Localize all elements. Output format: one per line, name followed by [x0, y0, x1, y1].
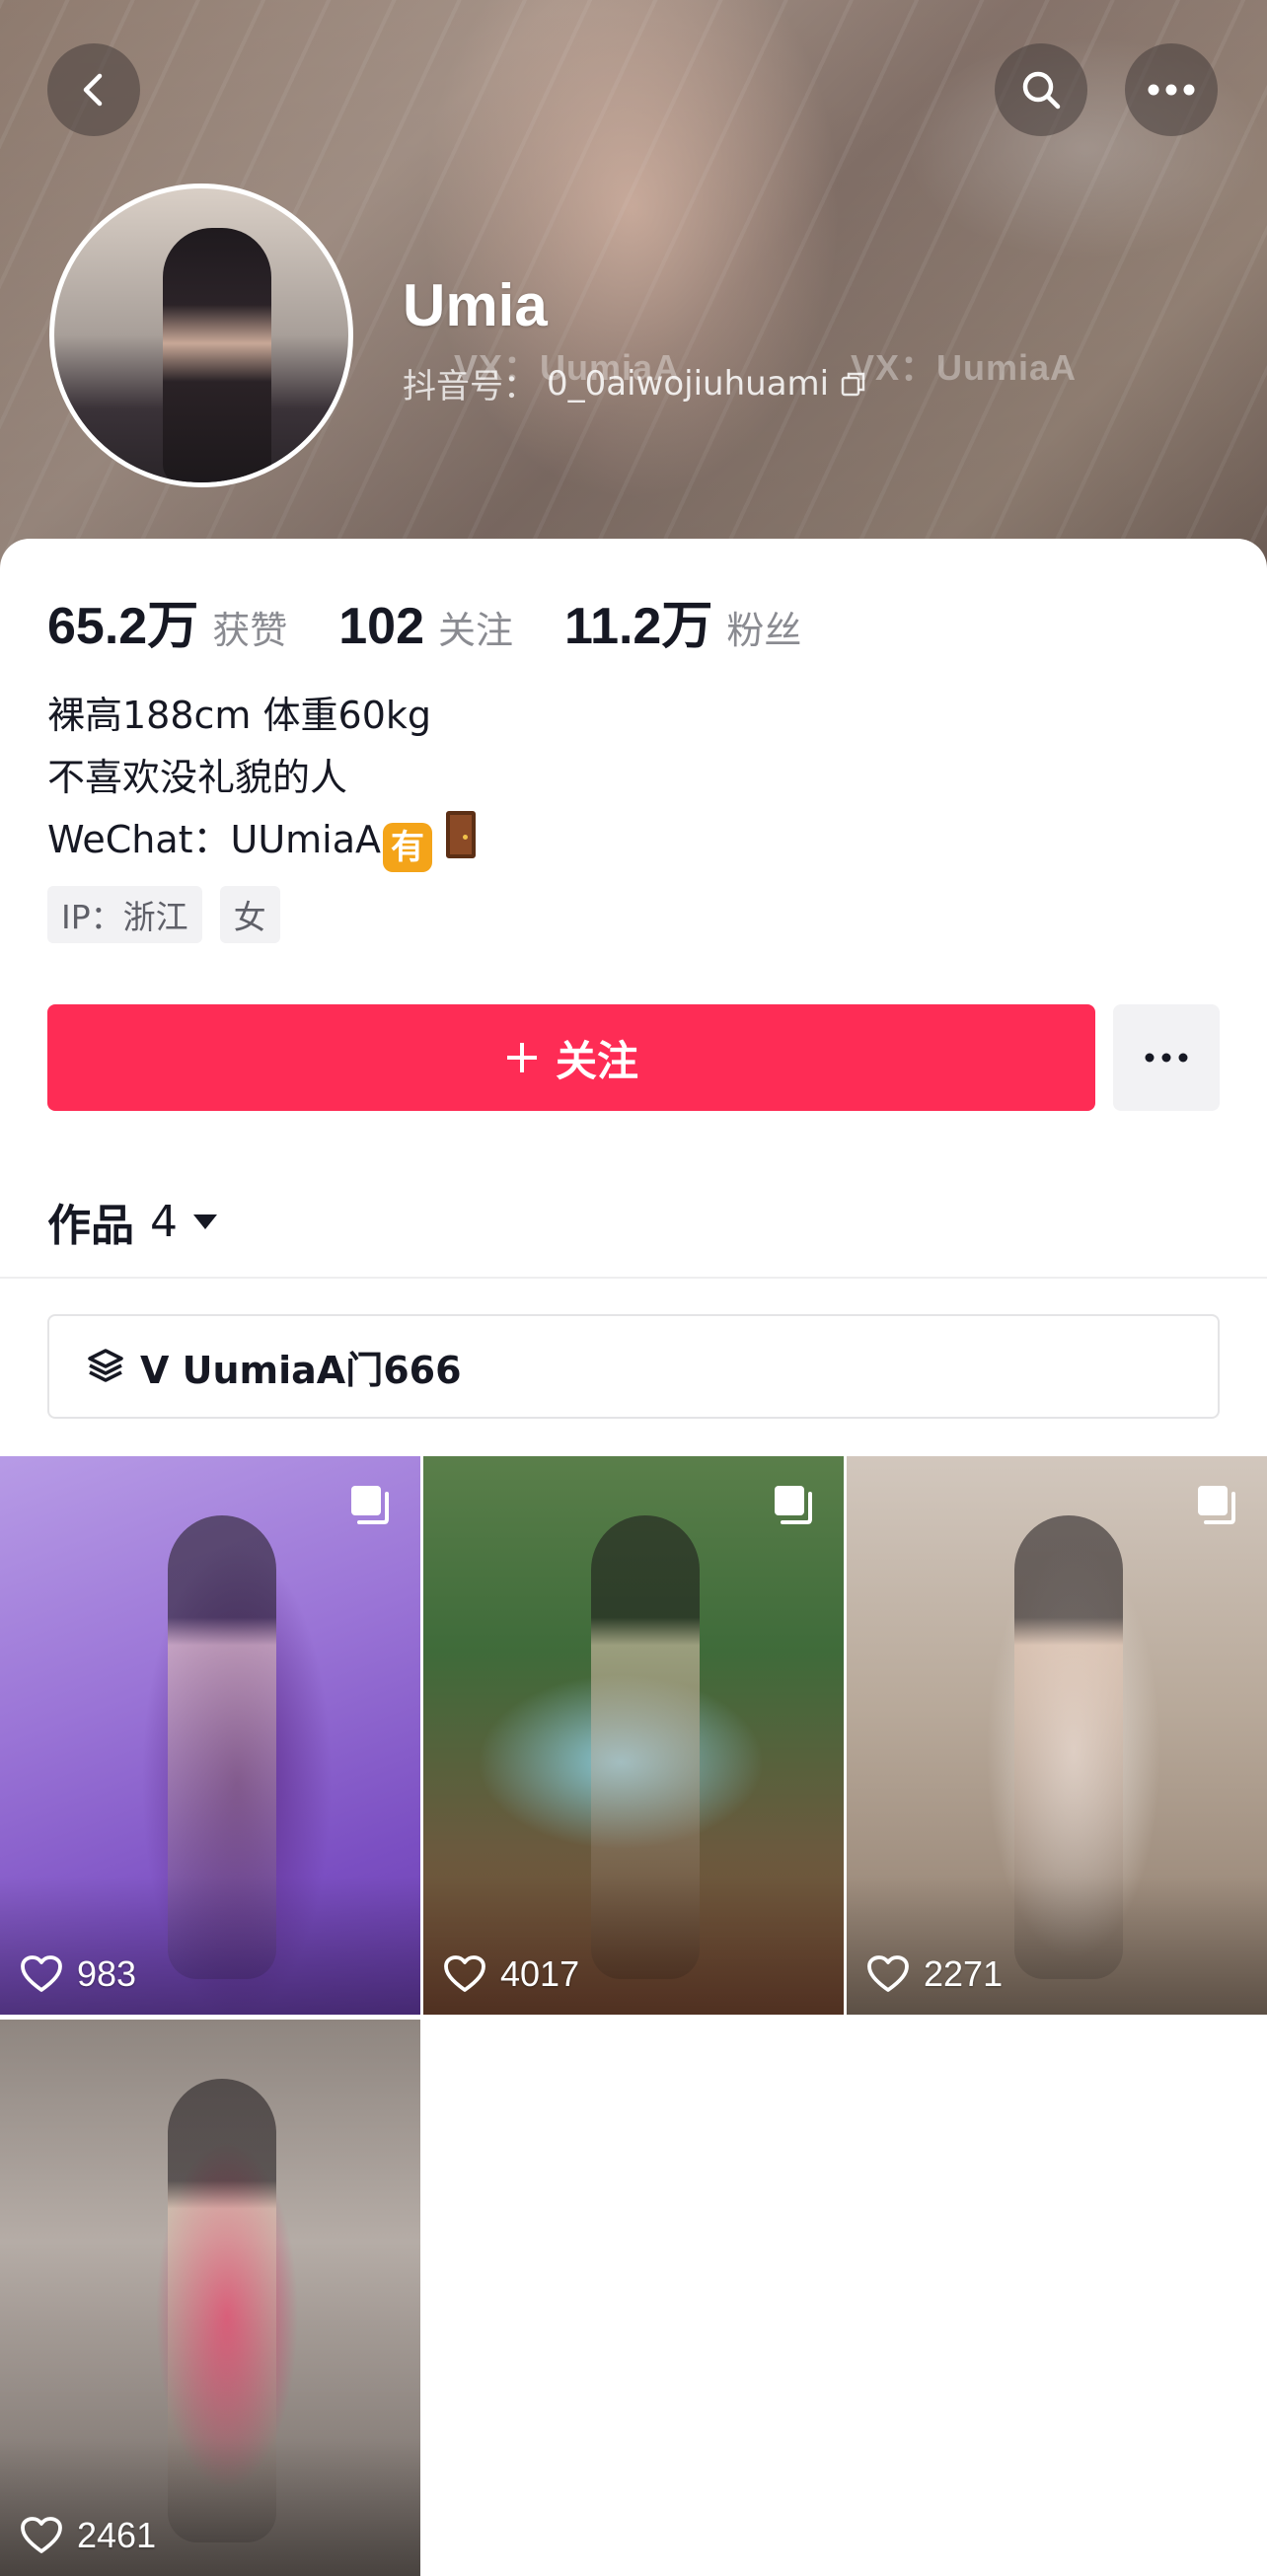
- profile-tags: IP：浙江 女: [47, 886, 280, 943]
- post-likes: 983: [20, 1953, 136, 1995]
- gender-tag: 女: [219, 886, 280, 943]
- post-thumbnail[interactable]: 4017: [423, 1456, 844, 2015]
- post-likes-count: 983: [77, 1953, 137, 1994]
- back-icon: [83, 73, 103, 107]
- stat-following[interactable]: 102 关注: [338, 597, 513, 656]
- more-options-button[interactable]: [1125, 43, 1218, 136]
- bio: 裸高188cm 体重60kg 不喜欢没礼貌的人 WeChat：UUmiaA 有: [47, 685, 477, 872]
- post-thumbnail[interactable]: 2271: [847, 1456, 1267, 2015]
- post-thumbnail[interactable]: 983: [0, 1456, 420, 2015]
- stat-followers[interactable]: 11.2万 粉丝: [564, 584, 801, 658]
- stats-row: 65.2万 获赞 102 关注 11.2万 粉丝: [47, 584, 853, 658]
- more-icon: [1148, 84, 1195, 96]
- multi-image-icon: [351, 1486, 389, 1524]
- bio-wechat-text: WeChat：UUmiaA: [47, 818, 382, 861]
- bio-line: 不喜欢没礼貌的人: [47, 756, 348, 799]
- follow-button-label: 关注: [555, 1036, 638, 1085]
- post-likes-count: 2271: [924, 1953, 1004, 1994]
- profile-header: VX：UumiaA VX：UumiaA Umia 抖音号： 0_0aiwojiuh…: [0, 0, 1267, 592]
- post-likes-count: 2461: [77, 2515, 157, 2555]
- tab-works-count: 4: [150, 1196, 178, 1247]
- more-icon: [1145, 1053, 1188, 1063]
- follow-button[interactable]: 关注: [47, 1004, 1095, 1111]
- username: Umia: [403, 272, 548, 338]
- post-likes: 2271: [866, 1953, 1003, 1995]
- caret-down-icon: [193, 1214, 217, 1229]
- user-id-label: 抖音号：: [403, 367, 537, 406]
- copy-icon[interactable]: [839, 369, 868, 399]
- plus-icon: [506, 1043, 537, 1072]
- follow-more-button[interactable]: [1113, 1004, 1220, 1111]
- collection-label: V UumiaA门666: [140, 1348, 462, 1392]
- you-emoji-badge: 有: [383, 823, 433, 872]
- stat-label: 粉丝: [726, 609, 802, 652]
- tab-works-label: 作品: [47, 1201, 134, 1251]
- bio-line: 裸高188cm 体重60kg: [47, 694, 431, 737]
- post-likes: 2461: [20, 2515, 156, 2556]
- search-button[interactable]: [995, 43, 1087, 136]
- stat-label: 获赞: [212, 609, 288, 652]
- collection-entry[interactable]: V UumiaA门666: [47, 1314, 1220, 1419]
- post-thumbnail[interactable]: 2461: [0, 2020, 420, 2576]
- watermark-text: VX：UumiaA: [851, 347, 1078, 388]
- avatar[interactable]: [49, 184, 353, 487]
- ip-location-tag: IP：浙江: [47, 886, 202, 943]
- stat-value: 102: [338, 598, 424, 655]
- user-id-row[interactable]: 抖音号： 0_0aiwojiuhuami: [403, 359, 868, 407]
- bio-line: WeChat：UUmiaA 有: [47, 809, 477, 872]
- multi-image-icon: [775, 1486, 812, 1524]
- divider: [0, 1277, 1267, 1279]
- door-icon: [446, 811, 477, 858]
- heart-icon: [867, 1955, 909, 1992]
- layers-icon: [88, 1349, 123, 1382]
- multi-image-icon: [1198, 1486, 1235, 1524]
- post-likes: 4017: [443, 1953, 579, 1995]
- tab-works[interactable]: 作品 4: [47, 1190, 219, 1253]
- back-button[interactable]: [47, 43, 140, 136]
- stat-value: 11.2万: [564, 598, 713, 655]
- stat-likes[interactable]: 65.2万 获赞: [47, 584, 287, 658]
- avatar-photo: [163, 228, 271, 482]
- stat-label: 关注: [438, 609, 514, 652]
- heart-icon: [21, 1955, 62, 1992]
- post-likes-count: 4017: [500, 1953, 580, 1994]
- heart-icon: [21, 2517, 62, 2553]
- user-id-value: 0_0aiwojiuhuami: [547, 363, 830, 404]
- search-icon: [1022, 71, 1061, 110]
- heart-icon: [444, 1955, 485, 1992]
- stat-value: 65.2万: [47, 598, 199, 655]
